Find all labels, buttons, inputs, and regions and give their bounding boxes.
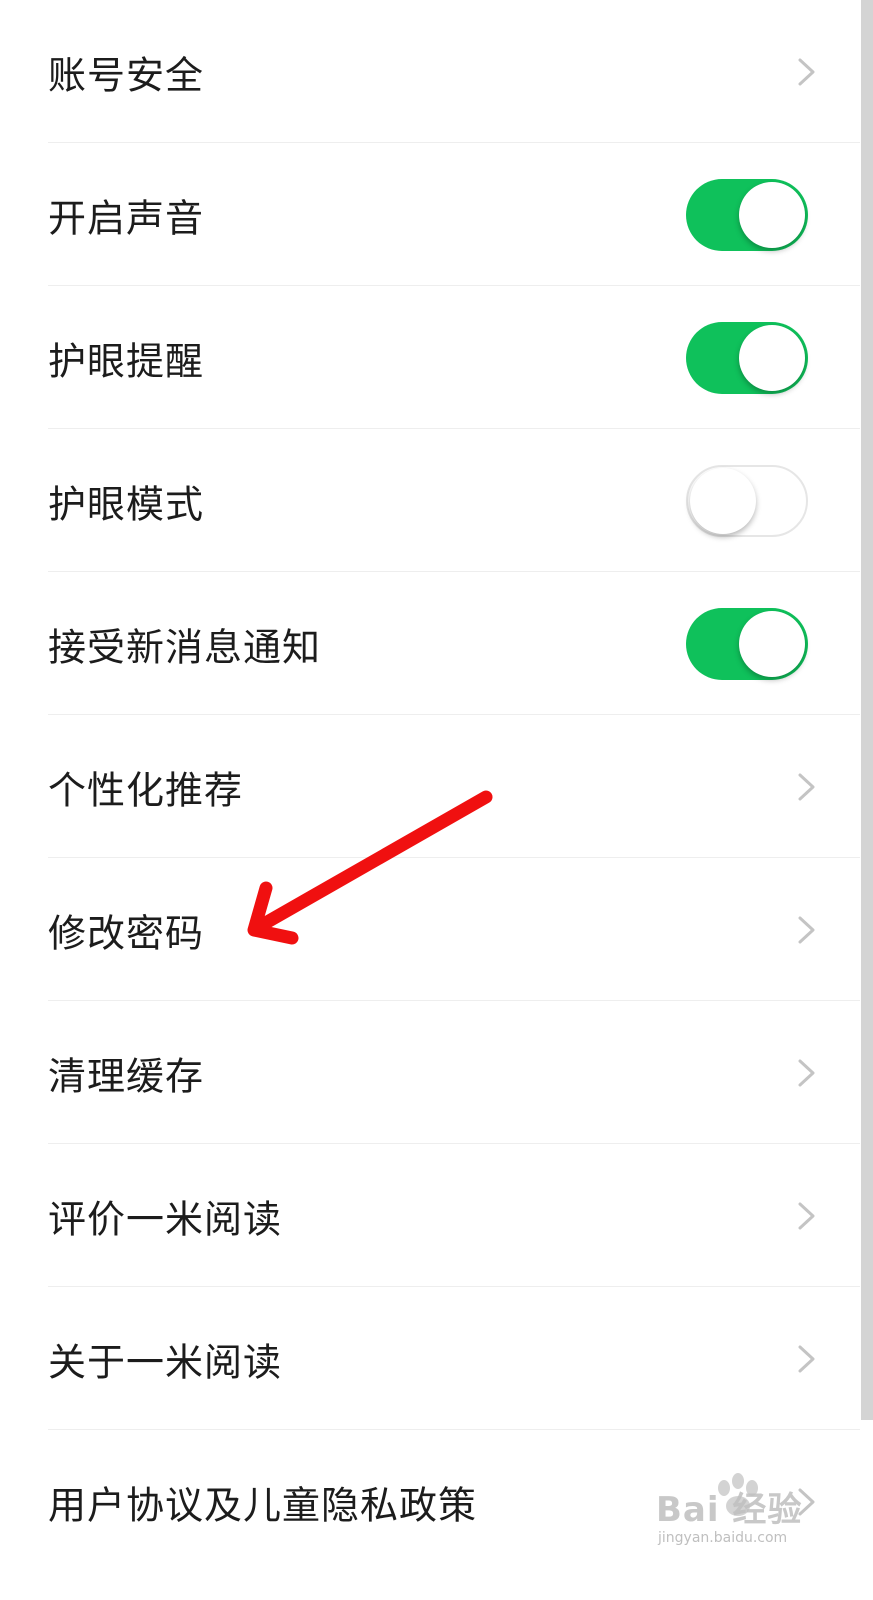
eye-care-mode-toggle[interactable] <box>686 464 808 537</box>
settings-item-account-security[interactable]: 账号安全 <box>0 0 860 143</box>
chevron-right-icon <box>798 773 815 800</box>
settings-item-about[interactable]: 关于一米阅读 <box>0 1287 860 1430</box>
settings-item-label: 账号安全 <box>48 53 205 97</box>
settings-item-sound[interactable]: 开启声音 <box>0 143 860 286</box>
settings-item-label: 护眼提醒 <box>48 339 205 383</box>
chevron-right-icon <box>798 1202 815 1229</box>
watermark-brand: Bai 经验 <box>656 1490 803 1530</box>
scrollbar[interactable] <box>861 0 873 1420</box>
settings-item-label: 个性化推荐 <box>48 768 244 812</box>
chevron-right-icon <box>798 916 815 943</box>
settings-item-clear-cache[interactable]: 清理缓存 <box>0 1001 860 1144</box>
chevron-right-icon <box>798 58 815 85</box>
settings-item-label: 关于一米阅读 <box>48 1340 283 1384</box>
sound-toggle[interactable] <box>686 178 808 251</box>
toggle-knob <box>739 181 805 248</box>
settings-item-eye-care-reminder[interactable]: 护眼提醒 <box>0 286 860 429</box>
chevron-right-icon <box>798 1059 815 1086</box>
toggle-knob <box>739 610 805 677</box>
eye-care-reminder-toggle[interactable] <box>686 321 808 394</box>
settings-item-label: 修改密码 <box>48 911 205 955</box>
toggle-knob <box>690 467 756 534</box>
settings-item-label: 清理缓存 <box>48 1054 205 1098</box>
toggle-knob <box>739 324 805 391</box>
settings-item-personalized-recommendation[interactable]: 个性化推荐 <box>0 715 860 858</box>
notifications-toggle[interactable] <box>686 607 808 680</box>
settings-item-notifications[interactable]: 接受新消息通知 <box>0 572 860 715</box>
settings-item-label: 用户协议及儿童隐私政策 <box>48 1483 478 1527</box>
settings-item-label: 接受新消息通知 <box>48 625 322 669</box>
watermark-url: jingyan.baidu.com <box>658 1530 788 1546</box>
settings-item-label: 开启声音 <box>48 196 205 240</box>
settings-item-change-password[interactable]: 修改密码 <box>0 858 860 1001</box>
settings-item-label: 护眼模式 <box>48 482 205 526</box>
settings-item-rate-app[interactable]: 评价一米阅读 <box>0 1144 860 1287</box>
chevron-right-icon <box>798 1345 815 1372</box>
watermark: Bai 经验 jingyan.baidu.com <box>648 1470 828 1560</box>
settings-item-eye-care-mode[interactable]: 护眼模式 <box>0 429 860 572</box>
settings-item-label: 评价一米阅读 <box>48 1197 283 1241</box>
